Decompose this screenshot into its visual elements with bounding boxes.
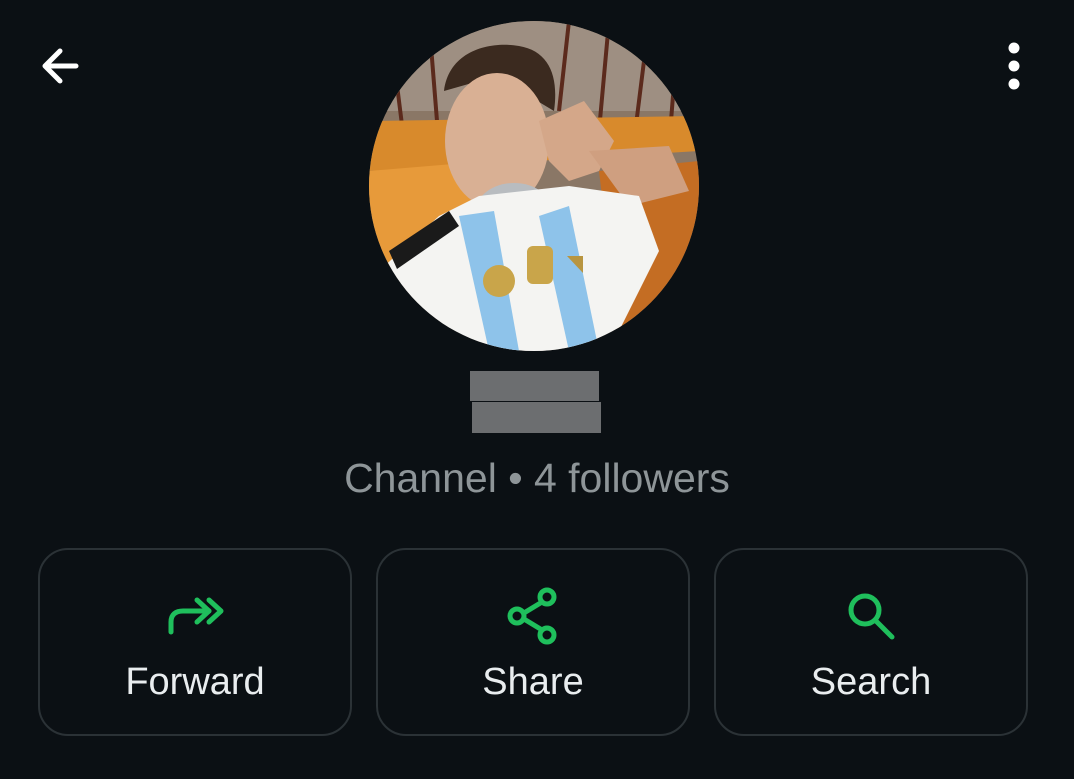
search-label: Search	[810, 661, 932, 703]
more-options-button[interactable]	[986, 36, 1042, 96]
arrow-left-icon	[42, 48, 79, 84]
more-vertical-icon	[1008, 42, 1020, 90]
redaction-bar	[472, 402, 601, 433]
back-button[interactable]	[28, 36, 92, 96]
channel-info-screen: Channel • 4 followers Forward Share Sear…	[0, 0, 1074, 779]
forward-label: Forward	[125, 661, 265, 703]
avatar-photo	[369, 21, 699, 351]
search-icon	[848, 593, 895, 640]
channel-name-redacted	[470, 371, 601, 433]
share-button[interactable]: Share	[376, 548, 690, 736]
redaction-bar	[470, 371, 599, 401]
channel-avatar[interactable]	[369, 21, 699, 351]
forward-button[interactable]: Forward	[38, 548, 352, 736]
forward-icon	[168, 597, 224, 635]
share-label: Share	[482, 661, 584, 703]
action-buttons: Forward Share Search	[38, 548, 1030, 738]
search-button[interactable]: Search	[714, 548, 1028, 736]
share-icon	[507, 587, 557, 645]
channel-subtitle: Channel • 4 followers	[344, 455, 730, 501]
